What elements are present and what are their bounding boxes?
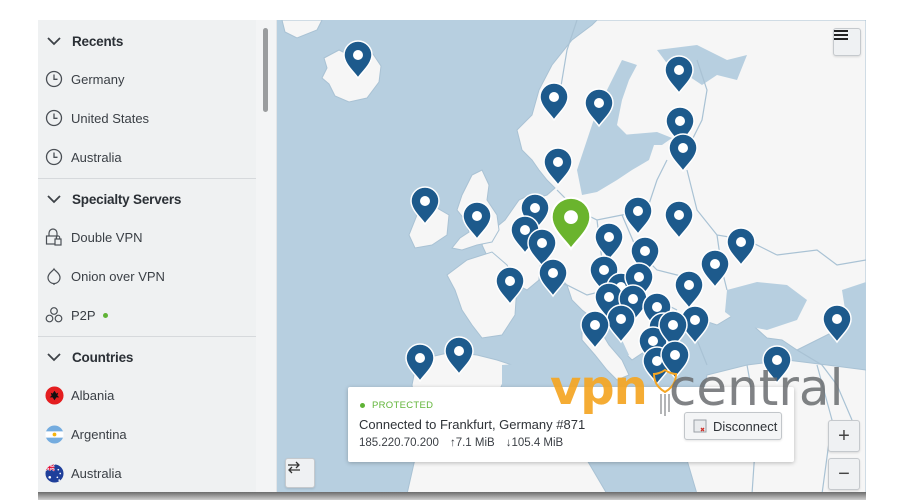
clock-icon <box>44 147 64 167</box>
server-pin[interactable] <box>543 147 573 187</box>
australia-flag-icon <box>44 463 64 483</box>
scrollbar-thumb[interactable] <box>263 28 268 112</box>
swap-arrows-icon <box>288 461 300 474</box>
map-menu-button[interactable] <box>833 28 861 56</box>
clock-icon <box>44 69 64 89</box>
ip-address: 185.220.70.200 <box>359 437 439 449</box>
server-pin[interactable] <box>623 196 653 236</box>
section-title: Recents <box>72 33 124 49</box>
connection-stats: 185.220.70.200 ↑7.1 MiB ↓105.4 MiB <box>359 437 563 449</box>
zoom-out-button[interactable]: − <box>828 458 860 490</box>
upload-amount: ↑7.1 MiB <box>449 437 495 449</box>
server-pin[interactable] <box>664 55 694 95</box>
sidebar-scrollbar[interactable] <box>256 20 277 494</box>
albania-flag-icon <box>44 385 64 405</box>
clock-icon <box>44 108 64 128</box>
section-divider <box>38 178 256 179</box>
server-pin[interactable] <box>538 258 568 298</box>
disconnect-icon <box>693 419 707 433</box>
connection-text: Connected to Frankfurt, Germany #871 <box>359 417 586 432</box>
specialty-item-onion-over-vpn[interactable]: Onion over VPN <box>38 257 256 295</box>
server-pin[interactable] <box>343 40 373 80</box>
chevron-down-icon <box>47 37 61 46</box>
recent-item-australia[interactable]: Australia <box>38 138 256 176</box>
disconnect-button[interactable]: Disconnect <box>684 412 782 440</box>
item-label: Germany <box>71 71 125 87</box>
country-item-australia[interactable]: Australia <box>38 454 256 492</box>
recent-item-germany[interactable]: Germany <box>38 60 256 98</box>
item-label: Albania <box>71 387 115 403</box>
server-pin[interactable] <box>405 343 435 383</box>
protection-status: PROTECTED <box>360 400 433 411</box>
server-pin[interactable] <box>700 249 730 289</box>
chevron-down-icon <box>47 195 61 204</box>
country-item-argentina[interactable]: Argentina <box>38 415 256 453</box>
server-pin[interactable] <box>674 270 704 310</box>
section-header-recents[interactable]: Recents <box>38 22 256 60</box>
server-pin[interactable] <box>584 88 614 128</box>
item-label: United States <box>71 110 150 126</box>
window-shadow <box>38 492 866 500</box>
item-label: P2P <box>71 307 96 323</box>
zoom-in-button[interactable]: + <box>828 420 860 452</box>
section-header-specialty-servers[interactable]: Specialty Servers <box>38 180 256 218</box>
section-divider <box>38 336 256 337</box>
disconnect-label: Disconnect <box>713 418 778 434</box>
section-header-countries[interactable]: Countries <box>38 338 256 376</box>
server-pin[interactable] <box>444 336 474 376</box>
sidebar: Recents Germany United States Australia … <box>38 20 257 494</box>
double-lock-icon <box>44 227 64 247</box>
chevron-down-icon <box>47 353 61 362</box>
status-label: PROTECTED <box>372 400 434 411</box>
download-amount: ↓105.4 MiB <box>505 437 564 449</box>
server-pin[interactable] <box>668 133 698 173</box>
item-label: Argentina <box>71 426 127 442</box>
server-pin[interactable] <box>580 310 610 350</box>
active-server-pin[interactable] <box>550 196 592 251</box>
server-pin[interactable] <box>539 82 569 122</box>
status-dot <box>360 403 365 408</box>
argentina-flag-icon <box>44 424 64 444</box>
connection-status-card: PROTECTED Connected to Frankfurt, German… <box>348 387 794 462</box>
specialty-item-double-vpn[interactable]: Double VPN <box>38 218 256 256</box>
item-label: Double VPN <box>71 229 143 245</box>
item-label: Australia <box>71 149 122 165</box>
server-pin[interactable] <box>822 304 852 344</box>
vpn-app-window: Recents Germany United States Australia … <box>38 20 866 494</box>
server-pin[interactable] <box>495 266 525 306</box>
section-title: Specialty Servers <box>72 191 182 207</box>
server-pin[interactable] <box>462 201 492 241</box>
onion-icon <box>44 266 64 286</box>
p2p-status-dot <box>102 312 108 318</box>
item-label: Australia <box>71 465 122 481</box>
p2p-icon <box>44 305 64 325</box>
item-label: Onion over VPN <box>71 268 165 284</box>
server-pin[interactable] <box>410 186 440 226</box>
swap-view-button[interactable] <box>285 458 315 488</box>
hamburger-menu-icon <box>834 30 848 40</box>
section-title: Countries <box>72 349 134 365</box>
server-pin[interactable] <box>606 304 636 344</box>
recent-item-united-states[interactable]: United States <box>38 99 256 137</box>
server-pin[interactable] <box>762 345 792 385</box>
server-pin[interactable] <box>726 227 756 267</box>
server-pin[interactable] <box>664 200 694 240</box>
specialty-item-p2p[interactable]: P2P <box>38 296 256 334</box>
server-pin[interactable] <box>594 222 624 262</box>
country-item-albania[interactable]: Albania <box>38 376 256 414</box>
